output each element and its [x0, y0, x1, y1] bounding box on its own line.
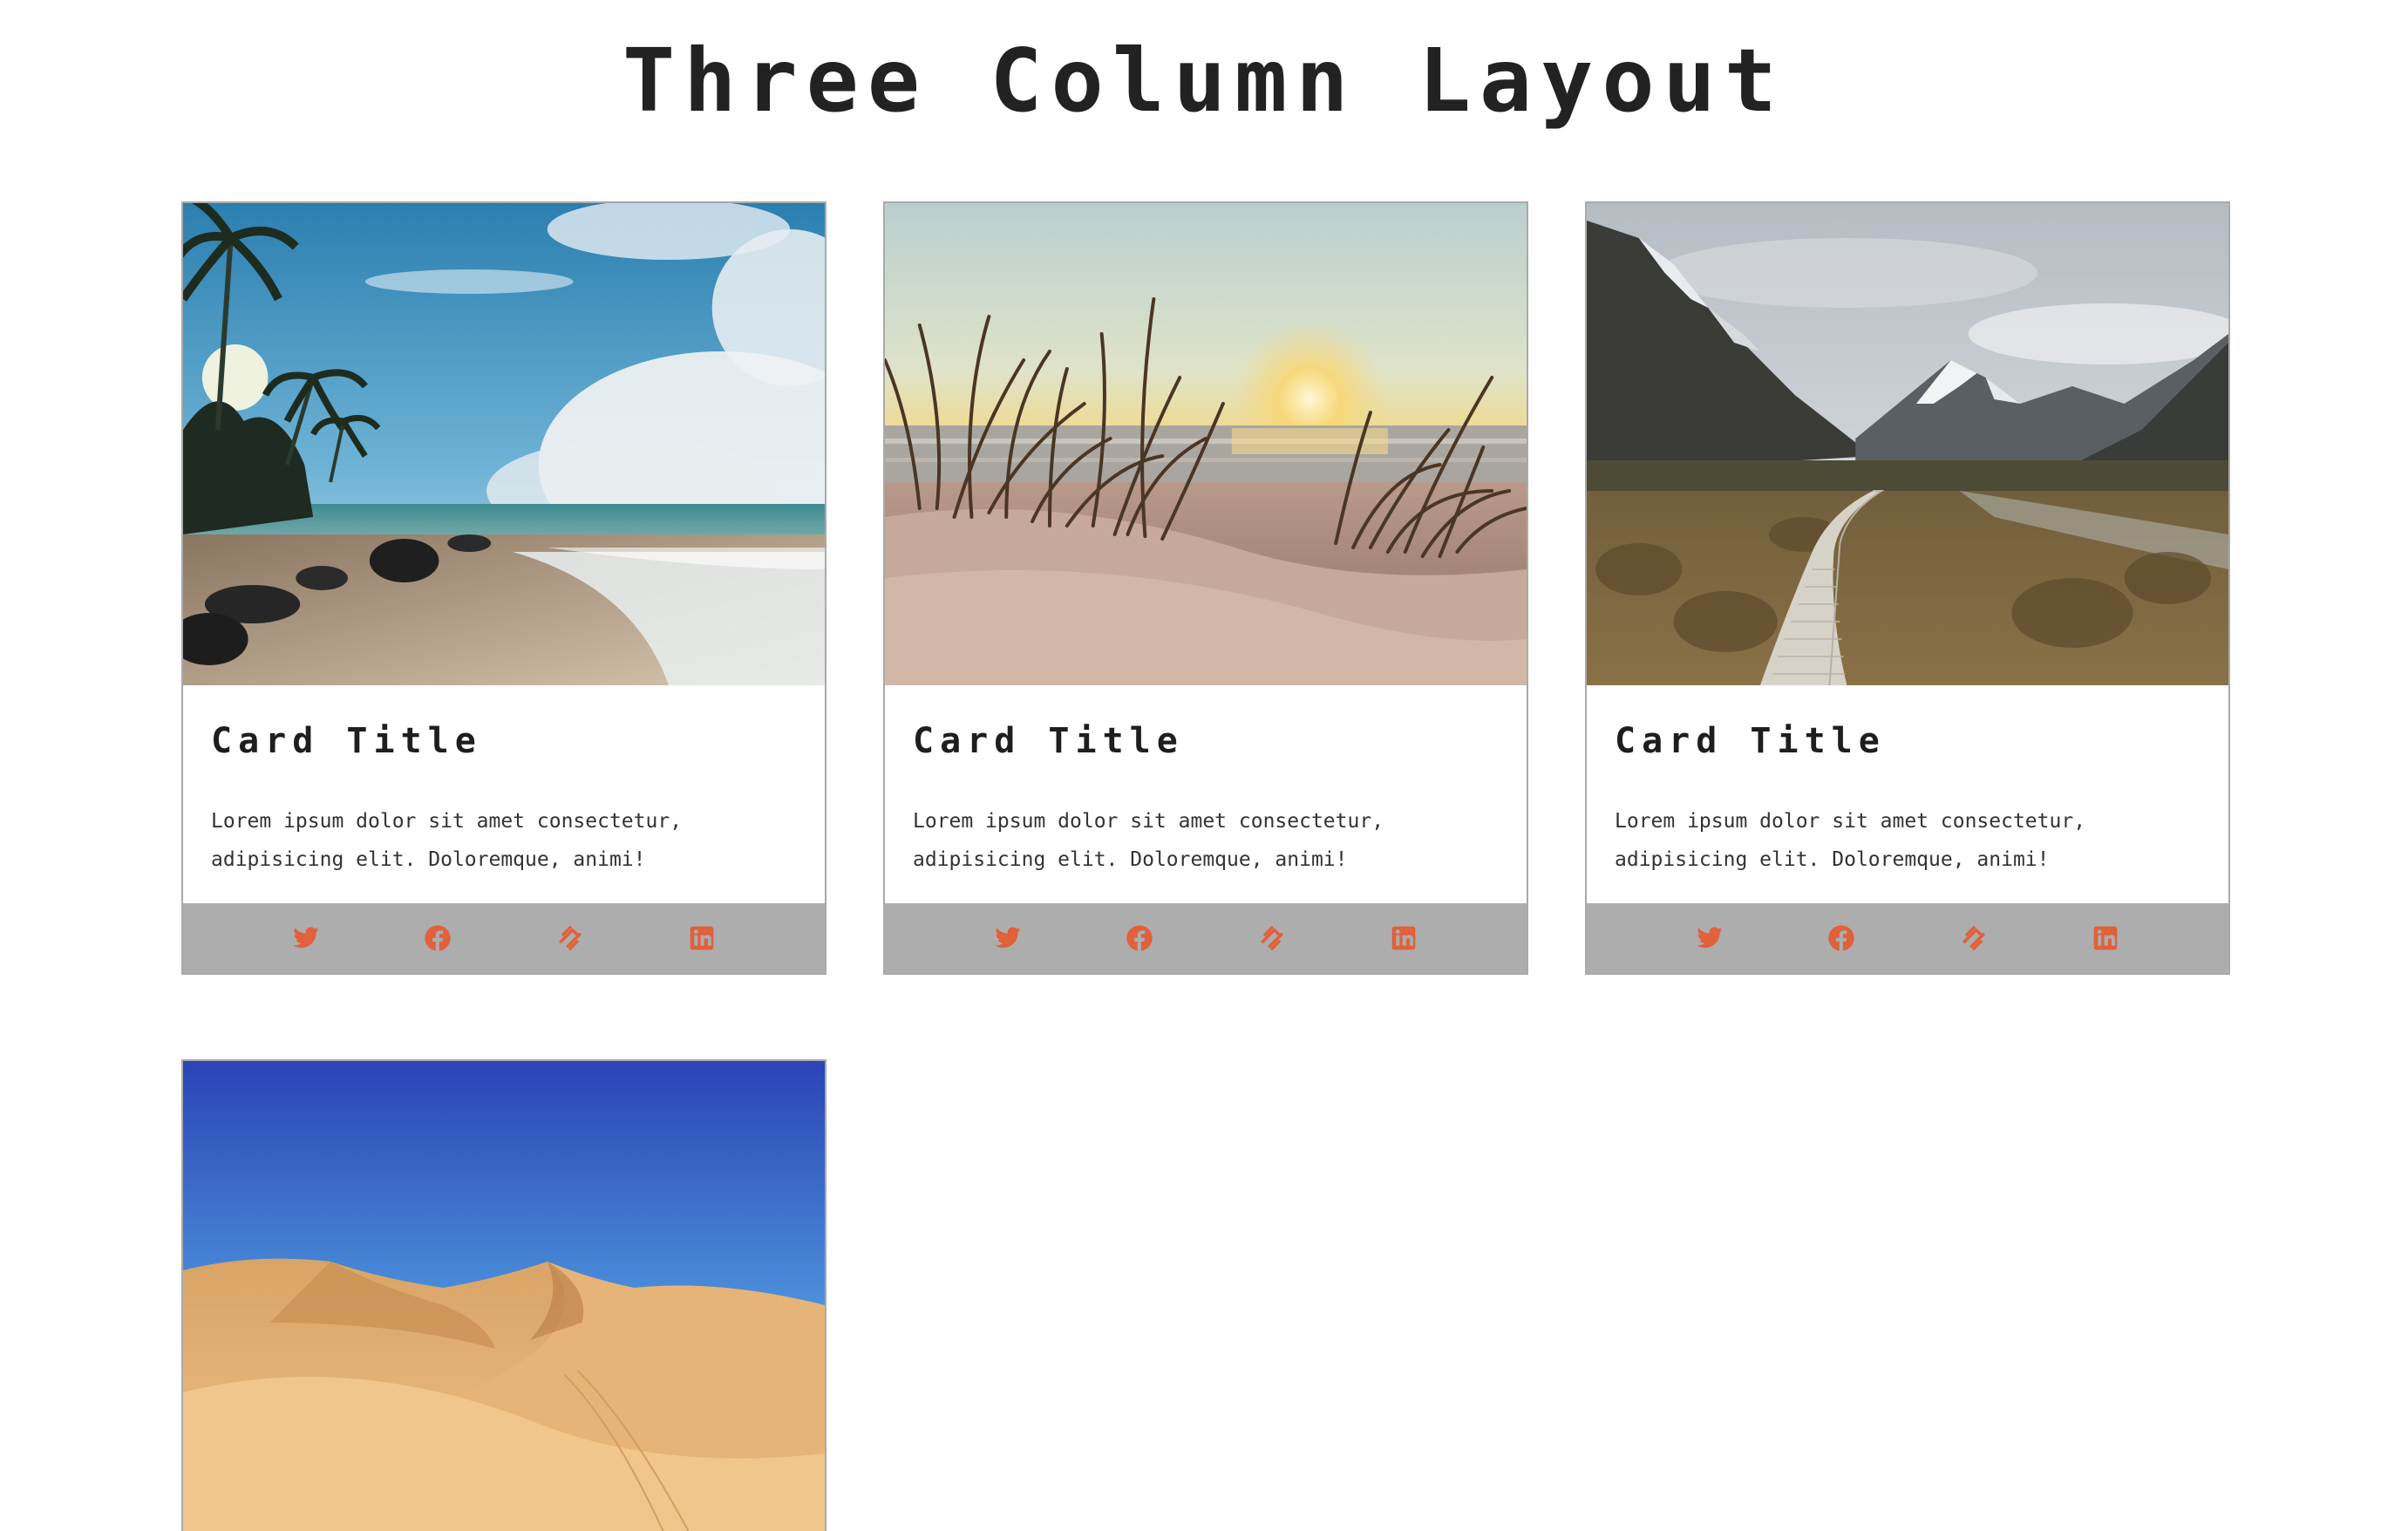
card-body: Card Title Lorem ipsum dolor sit amet co… — [885, 685, 1527, 903]
twitter-icon[interactable] — [1696, 924, 1724, 952]
linkedin-icon[interactable] — [1390, 924, 1418, 952]
card-text: Lorem ipsum dolor sit amet consectetur, … — [913, 810, 1384, 871]
card-text: Lorem ipsum dolor sit amet consectetur, … — [211, 810, 683, 871]
card-image-desert-dunes — [183, 1061, 825, 1531]
card: Card Title Lorem ipsum dolor sit amet co… — [181, 201, 826, 975]
card-footer — [885, 903, 1527, 973]
card-footer — [183, 903, 825, 973]
card-body: Card Title Lorem ipsum dolor sit amet co… — [1587, 685, 2228, 903]
card — [181, 1059, 826, 1531]
card: Card Title Lorem ipsum dolor sit amet co… — [1585, 201, 2230, 975]
card-image-beach-sunset-grass — [885, 203, 1527, 685]
card-title: Card Title — [913, 721, 1184, 761]
card-image-tropical-beach — [183, 203, 825, 685]
card-title: Card Title — [211, 721, 482, 761]
facebook-icon[interactable] — [1827, 924, 1855, 952]
card: Card Title Lorem ipsum dolor sit amet co… — [883, 201, 1528, 975]
page-title: Three Column Layout — [622, 30, 1786, 132]
linkedin-icon[interactable] — [688, 924, 716, 952]
linkedin-icon[interactable] — [2092, 924, 2119, 952]
twitter-icon[interactable] — [994, 924, 1022, 952]
squarespace-icon[interactable] — [556, 924, 584, 952]
squarespace-icon[interactable] — [1258, 924, 1286, 952]
squarespace-icon[interactable] — [1960, 924, 1988, 952]
facebook-icon[interactable] — [424, 924, 452, 952]
twitter-icon[interactable] — [292, 924, 320, 952]
card-footer — [1587, 903, 2228, 973]
card-image-mountain-boardwalk — [1587, 203, 2228, 685]
facebook-icon[interactable] — [1126, 924, 1153, 952]
card-text: Lorem ipsum dolor sit amet consectetur, … — [1615, 810, 2086, 871]
card-body: Card Title Lorem ipsum dolor sit amet co… — [183, 685, 825, 903]
card-title: Card Title — [1615, 721, 1886, 761]
